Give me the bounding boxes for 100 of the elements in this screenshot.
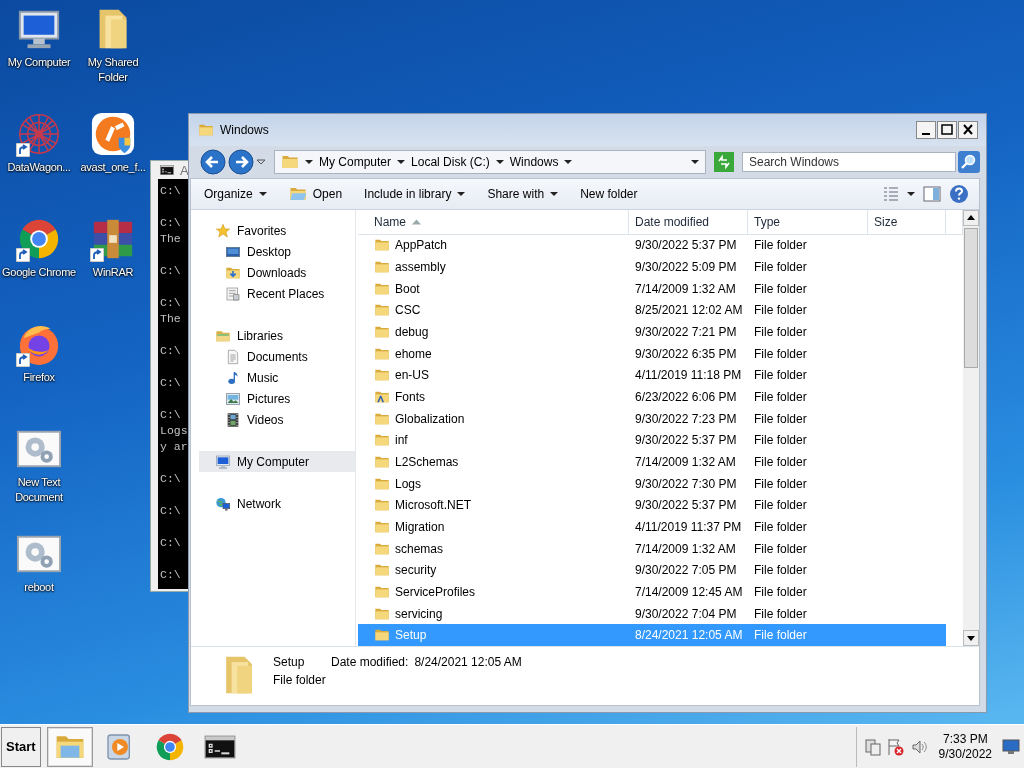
caret-icon (457, 191, 466, 197)
file-type: File folder (754, 455, 807, 469)
refresh-button[interactable] (714, 152, 734, 172)
file-type: File folder (754, 563, 807, 578)
file-name: ehome (395, 346, 432, 361)
date-modified: 4/11/2019 11:37 PM (635, 520, 742, 534)
flag-alert-icon[interactable] (886, 737, 905, 756)
address-bar[interactable]: My Computer Local Disk (C:) Windows (274, 150, 706, 174)
date-modified: 6/23/2022 6:06 PM (635, 390, 737, 405)
toolbar-button[interactable]: Organize (197, 187, 274, 201)
shield-logo-icon (90, 111, 136, 157)
back-button[interactable] (200, 149, 226, 175)
column-header[interactable]: Size (868, 210, 946, 234)
file-name: AppPatch (395, 238, 448, 253)
file-row[interactable]: servicing 9/30/2022 7:04 PM File folder (358, 602, 963, 625)
file-name: ServiceProfiles (395, 584, 476, 599)
nav-item[interactable]: Desktop (191, 241, 355, 262)
network-status-icon[interactable] (864, 737, 881, 756)
file-type: File folder (754, 628, 807, 643)
star-icon (215, 222, 231, 239)
breadcrumb-item[interactable]: My Computer (319, 155, 392, 169)
file-name: assembly (395, 260, 446, 275)
file-row[interactable]: L2Schemas 7/14/2009 1:32 AM File folder (358, 451, 963, 473)
scroll-up-button[interactable] (963, 210, 979, 226)
toolbar-button[interactable]: Open (281, 185, 350, 203)
file-row[interactable]: CSC 8/25/2021 12:02 AM File folder (358, 299, 963, 322)
nav-item[interactable]: Network (191, 493, 355, 514)
nav-item[interactable]: Recent Places (191, 283, 355, 304)
breadcrumb-item[interactable]: Local Disk (C:) (411, 155, 490, 169)
desktop-icon[interactable]: Firefox (0, 321, 78, 385)
file-name: CSC (395, 303, 421, 318)
start-button[interactable]: Start (1, 726, 41, 767)
minimize-button[interactable] (916, 121, 936, 139)
toolbar-button[interactable]: Include in library (357, 187, 473, 201)
nav-item[interactable]: Downloads (191, 262, 355, 283)
file-row[interactable]: inf 9/30/2022 5:37 PM File folder (358, 429, 963, 452)
console-line: C:\ (160, 407, 182, 423)
file-type: File folder (754, 476, 807, 491)
toolbar-button[interactable]: Share with (480, 187, 566, 201)
toolbar-button[interactable]: New folder (573, 187, 645, 201)
file-type: File folder (754, 498, 807, 513)
file-row[interactable]: schemas 7/14/2009 1:32 AM File folder (358, 537, 963, 560)
date-value: 8/24/2021 12:05 AM (414, 654, 522, 669)
desktop-icon[interactable]: WinRAR (78, 216, 148, 280)
file-row[interactable]: ehome 9/30/2022 6:35 PM File folder (358, 342, 963, 365)
breadcrumb-item[interactable]: Windows (509, 155, 559, 169)
file-name: security (395, 563, 437, 578)
file-row[interactable]: en-US 4/11/2019 11:18 PM File folder (358, 364, 963, 387)
desktop-icon[interactable]: DataWagon... (0, 111, 78, 175)
date-modified: 8/25/2021 12:02 AM (635, 303, 743, 318)
show-desktop-icon[interactable] (1002, 738, 1020, 755)
web-pattern-icon (16, 111, 62, 157)
file-row[interactable]: Boot 7/14/2009 1:32 AM File folder (358, 277, 963, 300)
desktop-icon[interactable]: New Text Document (0, 426, 78, 505)
folder-icon (374, 519, 390, 535)
date-modified: 9/30/2022 7:23 PM (635, 411, 737, 426)
nav-item[interactable]: Music (191, 367, 355, 388)
file-row[interactable]: AppPatch 9/30/2022 5:37 PM File folder (358, 234, 963, 257)
maximize-button[interactable] (937, 121, 957, 139)
help-icon[interactable] (949, 184, 969, 204)
file-row[interactable]: Microsoft.NET 9/30/2022 5:37 PM File folder (358, 494, 963, 517)
history-caret-icon[interactable] (256, 158, 266, 166)
file-row[interactable]: Fonts 6/23/2022 6:06 PM File folder (358, 386, 963, 408)
desktop-icon[interactable]: avast_one_f... (78, 111, 148, 175)
file-row[interactable]: Logs 9/30/2022 7:30 PM File folder (358, 472, 963, 495)
desktop-icon[interactable]: My Shared Folder (78, 6, 148, 85)
desktop-icon[interactable]: Google Chrome (0, 216, 78, 280)
column-header[interactable]: Type (748, 210, 868, 234)
film-icon (225, 411, 241, 428)
scrollbar[interactable] (963, 210, 979, 646)
file-row[interactable]: Migration 4/11/2019 11:37 PM File folder (358, 516, 963, 538)
column-header[interactable]: Name (358, 210, 629, 234)
close-button[interactable] (958, 121, 978, 139)
nav-item[interactable]: Videos (191, 409, 355, 430)
column-header[interactable]: Date modified (629, 210, 748, 234)
nav-item[interactable]: Libraries (191, 325, 355, 346)
nav-item[interactable]: My Computer (199, 451, 355, 472)
file-row[interactable]: Globalization 9/30/2022 7:23 PM File folder (358, 407, 963, 430)
date-modified: 9/30/2022 5:09 PM (635, 260, 737, 275)
computer-icon (215, 453, 231, 470)
scroll-down-button[interactable] (963, 630, 979, 646)
search-icon[interactable] (958, 151, 980, 173)
forward-button[interactable] (228, 149, 254, 175)
file-type: File folder (754, 303, 807, 318)
console-line: C:\ (160, 295, 182, 311)
scroll-thumb[interactable] (964, 228, 978, 368)
search-field[interactable]: Search Windows (742, 152, 956, 172)
file-row[interactable]: debug 9/30/2022 7:21 PM File folder (358, 321, 963, 343)
caret-icon (564, 159, 573, 165)
file-type: File folder (754, 606, 807, 621)
date-modified: 7/14/2009 1:32 AM (635, 281, 736, 296)
nav-item[interactable]: Pictures (191, 388, 355, 409)
nav-item[interactable]: Favorites (191, 220, 355, 241)
file-row[interactable]: assembly 9/30/2022 5:09 PM File folder (358, 256, 963, 278)
nav-item[interactable]: Documents (191, 346, 355, 367)
desktop-icon[interactable]: My Computer (0, 6, 78, 70)
desktop-icon[interactable]: reboot (0, 531, 78, 595)
file-row[interactable]: security 9/30/2022 7:05 PM File folder (358, 559, 963, 582)
file-row[interactable]: ServiceProfiles 7/14/2009 12:45 AM File folder (358, 581, 963, 603)
file-name: en-US (395, 368, 429, 383)
